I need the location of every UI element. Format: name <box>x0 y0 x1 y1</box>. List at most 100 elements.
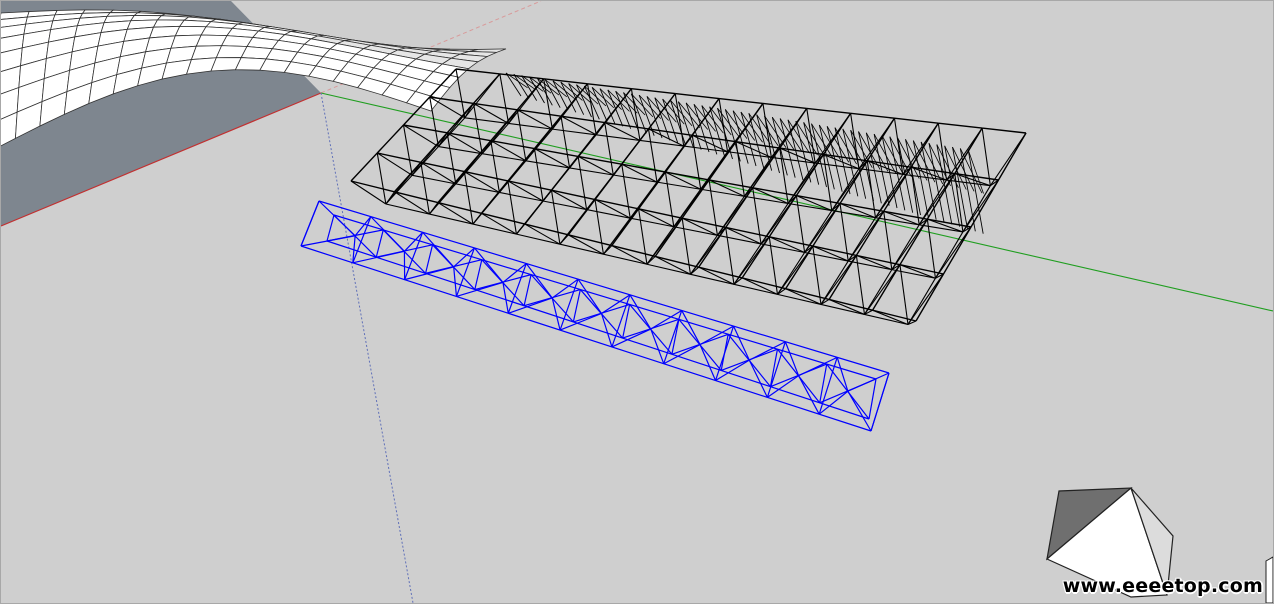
truss-member <box>376 124 405 154</box>
truss-member <box>568 83 585 115</box>
truss-member <box>717 107 740 138</box>
truss-member <box>350 180 395 193</box>
truss-member <box>394 191 430 215</box>
watermark-text: www.eeeetop.com <box>1062 575 1263 597</box>
truss-member <box>428 202 439 215</box>
selected-truss-strip[interactable] <box>300 200 890 432</box>
truss-member <box>756 114 779 147</box>
truss-member <box>883 210 928 220</box>
truss-member <box>967 149 984 194</box>
truss-member <box>524 223 569 236</box>
truss-member <box>907 277 936 325</box>
truss-member <box>856 254 901 266</box>
selected-truss-member <box>600 313 613 348</box>
modeling-viewport[interactable]: www.eeeetop.com <box>0 0 1274 604</box>
truss-member <box>812 245 857 257</box>
truss-member <box>664 171 675 227</box>
selected-truss-member <box>352 250 405 264</box>
truss-member <box>804 251 849 262</box>
truss-member <box>438 103 474 147</box>
selected-truss-member <box>453 266 458 297</box>
selected-truss-member <box>300 200 320 247</box>
truss-member <box>847 210 885 262</box>
truss-member <box>559 243 604 255</box>
selected-truss-member <box>326 214 335 242</box>
selected-truss-member <box>650 328 665 364</box>
truss-member <box>733 236 770 285</box>
truss-member <box>594 198 639 210</box>
truss-member <box>894 117 939 124</box>
truss-member <box>681 218 691 275</box>
truss-member <box>662 98 685 125</box>
truss-member <box>543 78 588 85</box>
truss-member <box>507 180 517 235</box>
selected-truss-member <box>847 372 890 392</box>
truss-member <box>583 85 600 120</box>
selected-truss-member <box>456 281 504 298</box>
truss-member <box>740 111 763 143</box>
selected-truss-member <box>523 274 532 306</box>
truss-member <box>463 171 474 225</box>
truss-member <box>717 234 762 245</box>
truss-member <box>690 273 735 285</box>
truss-member <box>515 223 526 235</box>
3d-scene-canvas[interactable] <box>1 1 1273 603</box>
truss-member <box>934 231 964 279</box>
selected-truss-member <box>699 344 717 381</box>
selected-truss-member <box>572 289 581 323</box>
truss-member <box>820 255 857 305</box>
truss-member <box>568 234 612 247</box>
truss-member <box>910 166 955 175</box>
truss-member <box>777 245 814 295</box>
truss-member <box>647 128 658 183</box>
truss-member <box>623 92 646 116</box>
truss-member <box>551 189 596 201</box>
truss-member <box>915 273 945 322</box>
truss-member <box>690 227 727 275</box>
truss-member <box>394 191 439 204</box>
truss-member <box>725 226 770 238</box>
truss-member <box>385 203 430 215</box>
selected-truss-member <box>784 341 800 376</box>
truss-member <box>631 87 676 95</box>
truss-member <box>865 132 889 172</box>
truss-member <box>516 109 527 161</box>
selected-truss-member <box>474 259 483 290</box>
truss-member <box>542 200 587 211</box>
truss-member <box>499 73 510 124</box>
truss-member <box>577 156 588 210</box>
truss-member <box>646 263 691 275</box>
truss-member <box>812 245 849 262</box>
truss-member <box>350 152 378 182</box>
truss-member <box>437 202 474 225</box>
truss-member <box>411 132 448 176</box>
truss-member <box>464 117 509 125</box>
truss-member <box>638 208 648 265</box>
truss-member <box>665 171 710 181</box>
truss-member <box>552 128 597 136</box>
truss-member <box>741 277 778 295</box>
truss-member <box>871 264 901 311</box>
truss-member <box>822 154 833 211</box>
truss-member <box>654 255 691 275</box>
truss-member <box>839 202 884 212</box>
truss-member <box>604 122 614 176</box>
truss-member <box>524 223 561 245</box>
truss-member <box>760 243 805 254</box>
truss-member <box>376 152 387 205</box>
selected-truss-member <box>424 244 434 274</box>
selected-truss-member <box>836 357 849 392</box>
truss-member <box>685 102 709 130</box>
truss-member <box>732 110 756 141</box>
truss-member <box>864 269 893 315</box>
truss-member <box>946 179 991 187</box>
truss-member <box>698 266 735 285</box>
truss-member <box>959 148 983 194</box>
truss-member <box>891 218 928 270</box>
truss-member <box>907 273 944 325</box>
truss-member <box>611 244 656 258</box>
truss-member <box>938 122 983 129</box>
truss-member <box>621 164 631 219</box>
space-frame-truss[interactable] <box>350 68 1027 326</box>
truss-member <box>769 236 805 253</box>
